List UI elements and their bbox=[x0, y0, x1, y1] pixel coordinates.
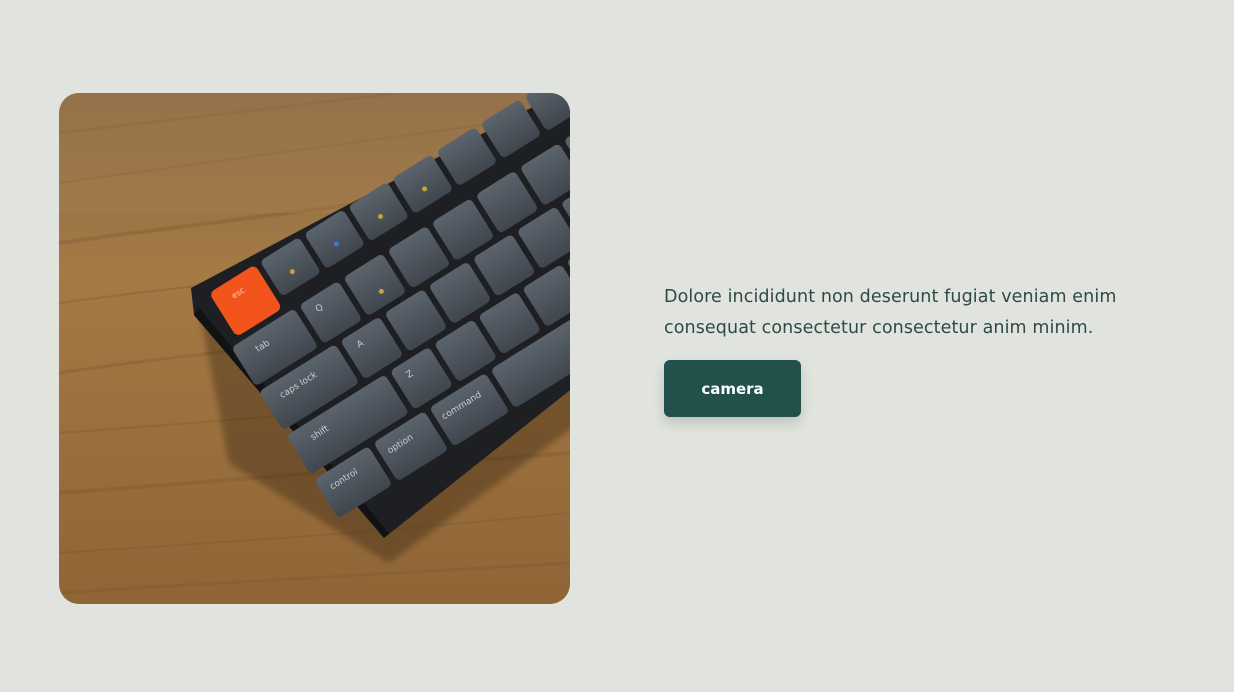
keyboard-photo: esc tab Q caps lock A shift Z control op… bbox=[59, 93, 570, 604]
content-block: Dolore incididunt non deserunt fugiat ve… bbox=[664, 282, 1164, 417]
description-line-1: Dolore incididunt non deserunt fugiat ve… bbox=[664, 287, 1117, 307]
description-text: Dolore incididunt non deserunt fugiat ve… bbox=[664, 282, 1164, 344]
camera-button[interactable]: camera bbox=[664, 360, 801, 417]
hero-image: esc tab Q caps lock A shift Z control op… bbox=[59, 93, 570, 604]
description-line-2: consequat consectetur consectetur anim m… bbox=[664, 318, 1094, 338]
